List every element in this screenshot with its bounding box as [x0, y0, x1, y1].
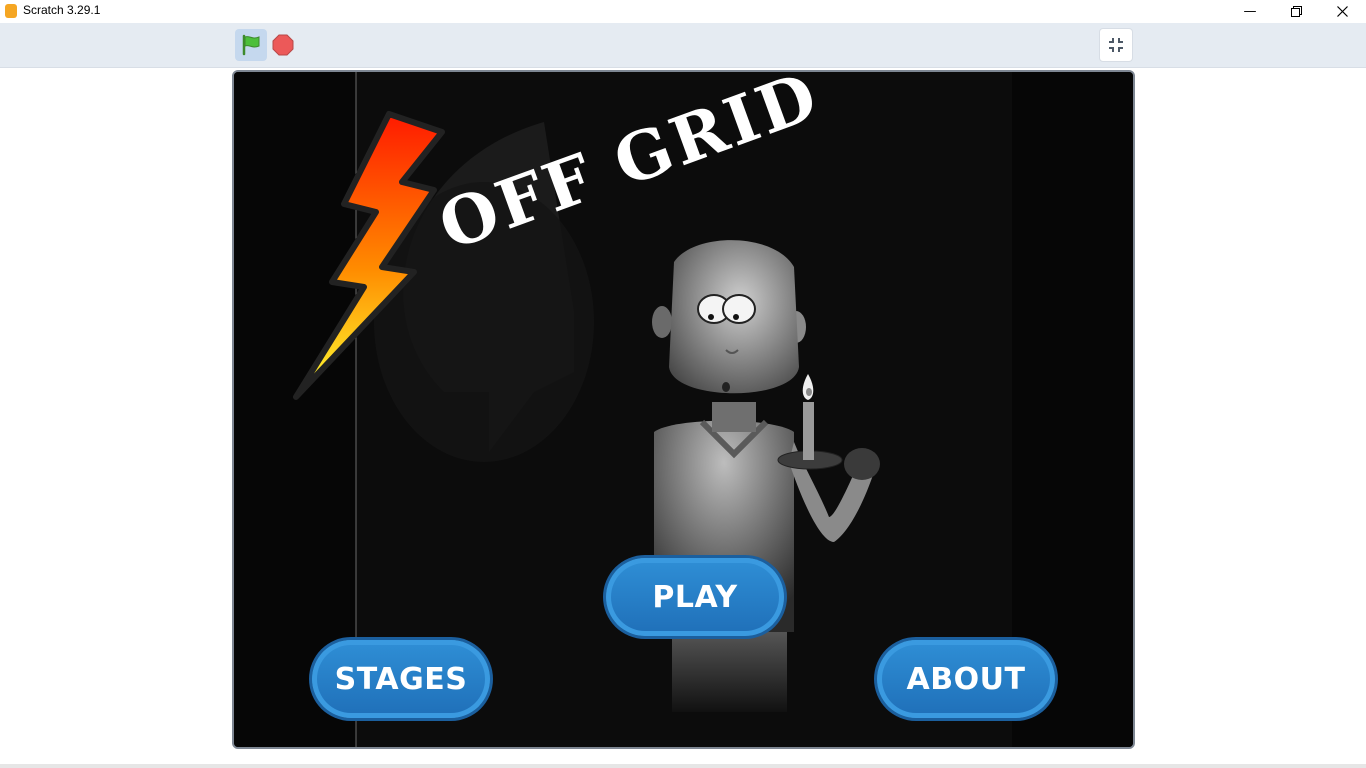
minimize-button[interactable]: —	[1227, 0, 1273, 23]
play-button[interactable]: PLAY	[606, 558, 784, 636]
window-title: Scratch 3.29.1	[23, 3, 101, 17]
player-toolbar	[0, 23, 1366, 68]
unfullscreen-button[interactable]	[1099, 28, 1133, 62]
green-flag-icon	[242, 34, 260, 56]
window-titlebar: Scratch 3.29.1 —	[0, 0, 1366, 23]
stop-icon	[272, 34, 294, 56]
boy-character	[652, 240, 880, 712]
stop-button[interactable]	[271, 33, 295, 57]
green-flag-button[interactable]	[235, 29, 267, 61]
close-icon	[1336, 6, 1348, 17]
scratch-app-icon	[5, 4, 17, 18]
bottom-edge	[0, 764, 1366, 768]
stage[interactable]: OFF GRID PLAY STAGES ABOUT	[232, 70, 1135, 749]
stages-button[interactable]: STAGES	[312, 640, 490, 718]
about-button[interactable]: ABOUT	[877, 640, 1055, 718]
unfullscreen-icon	[1109, 38, 1123, 52]
minimize-icon: —	[1243, 4, 1257, 19]
restore-button[interactable]	[1273, 0, 1319, 23]
close-button[interactable]	[1319, 0, 1365, 23]
restore-icon	[1290, 6, 1302, 17]
